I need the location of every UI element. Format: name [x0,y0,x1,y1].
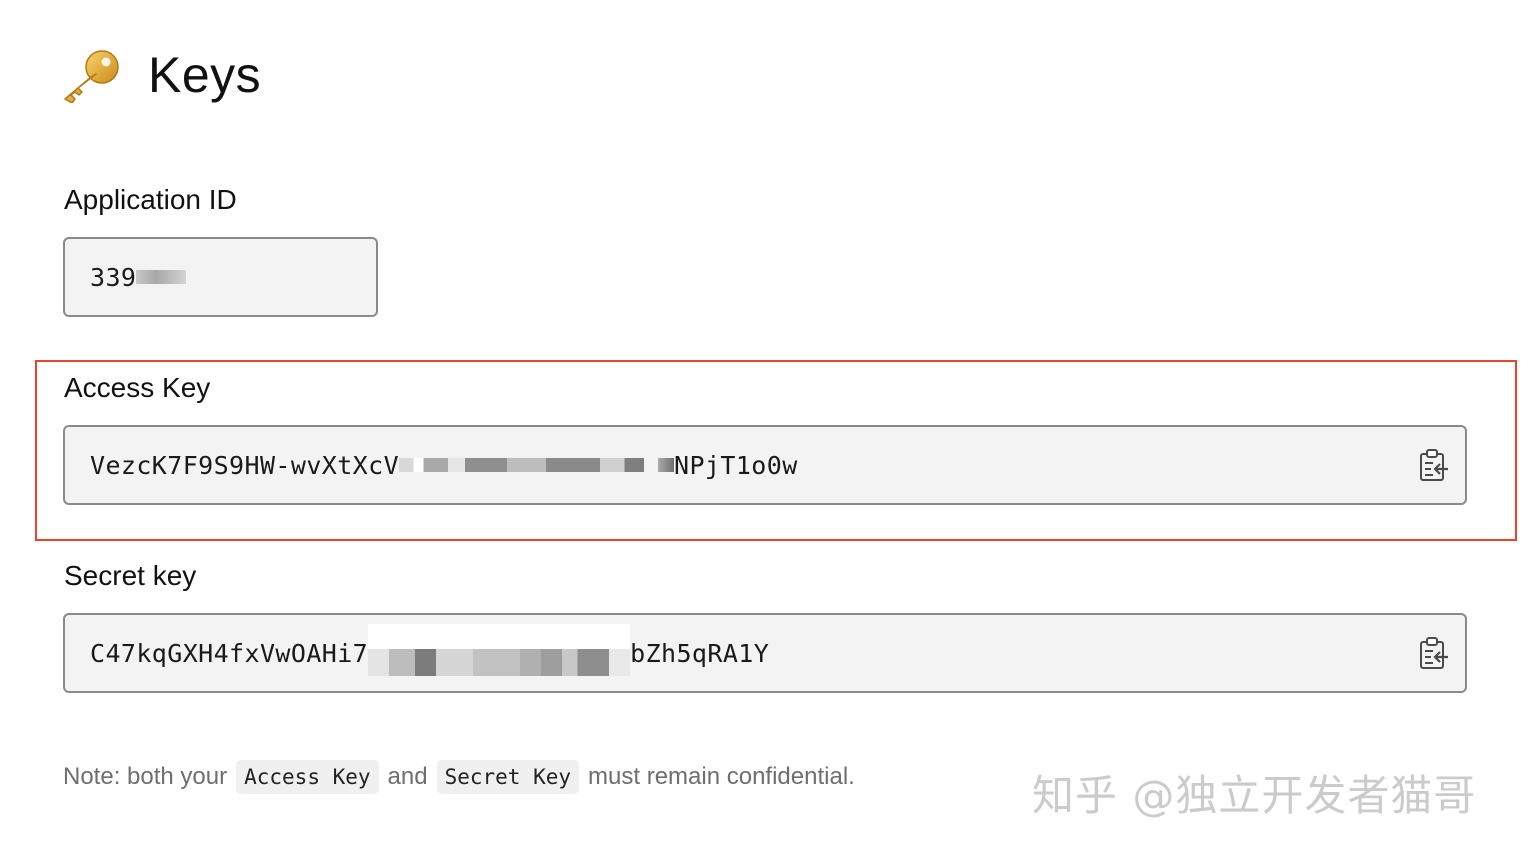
application-id-value: 339 [90,262,137,292]
copy-access-key-button[interactable] [1415,445,1453,485]
access-key-label: Access Key [64,372,211,403]
redacted-area [399,458,645,472]
confidentiality-note: Note: both your Access Key and Secret Ke… [63,760,855,794]
redacted-area [658,458,675,472]
note-suffix: must remain confidential. [588,763,855,790]
key-icon [60,47,122,103]
secret-key-field[interactable]: C47kqGXH4fxVwOAHi7 bZh5qRA1Y [63,613,1467,693]
clipboard-icon [1420,449,1448,481]
page-title: Keys [148,47,262,103]
note-code-access-key: Access Key [236,760,379,794]
redacted-area [136,270,187,284]
access-key-field[interactable]: VezcK7F9S9HW-wvXtXcV NPjT1o0w [63,425,1467,505]
copy-secret-key-button[interactable] [1415,633,1453,673]
clipboard-icon [1420,637,1448,669]
note-prefix: Note: both your [63,763,228,790]
secret-key-label: Secret key [64,560,197,591]
application-id-field[interactable]: 339 [63,237,378,317]
keys-page: Keys Application ID 339 Access Key VezcK… [0,0,1534,854]
secret-key-value-start: C47kqGXH4fxVwOAHi7 [90,638,369,668]
header: Keys [60,46,261,104]
access-key-value-start: VezcK7F9S9HW-wvXtXcV [90,450,400,480]
note-middle: and [387,763,428,790]
application-id-label: Application ID [64,184,237,215]
secret-key-value-end: bZh5qRA1Y [630,638,770,668]
access-key-value-end: NPjT1o0w [674,450,798,480]
note-code-secret-key: Secret Key [436,760,580,794]
redacted-area [368,624,631,676]
watermark: 知乎 @独立开发者猫哥 [1032,771,1477,820]
